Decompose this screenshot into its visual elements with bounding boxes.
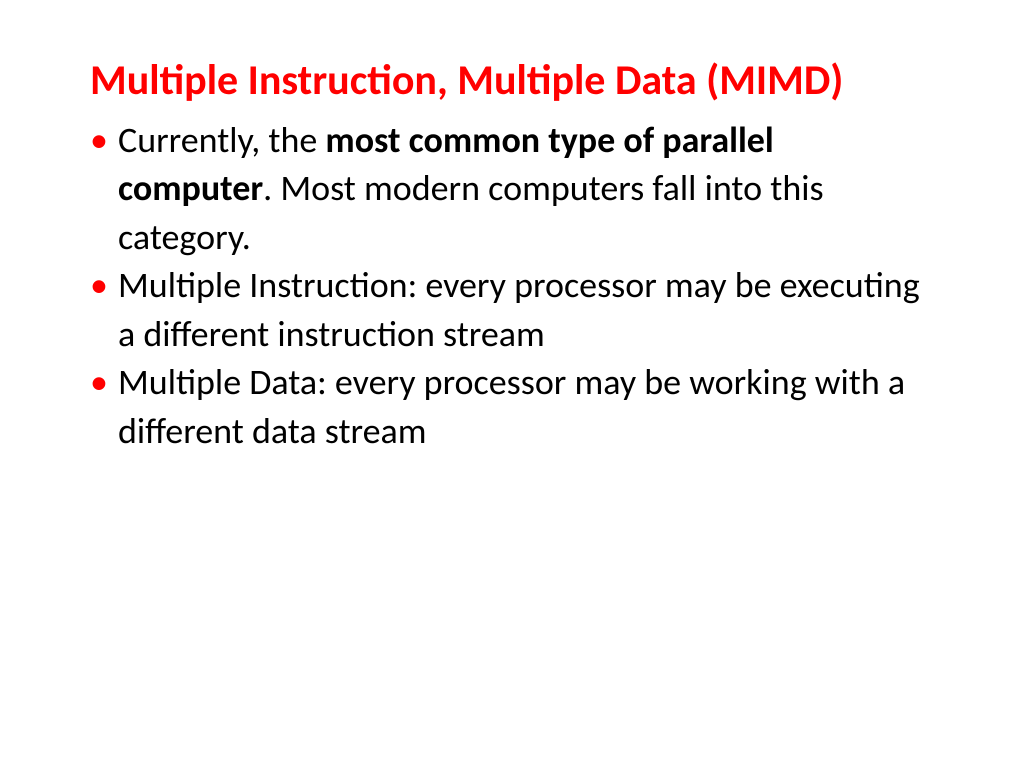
- bullet-text: Multiple Data: every processor may be wo…: [118, 360, 905, 453]
- list-item: Multiple Instruction: every processor ma…: [90, 261, 934, 358]
- bullet-text: Multiple Instruction: every processor ma…: [118, 263, 920, 356]
- list-item: Multiple Data: every processor may be wo…: [90, 358, 934, 455]
- slide-title: Multiple Instruction, Multiple Data (MIM…: [90, 55, 934, 108]
- bullet-list: Currently, the most common type of paral…: [90, 116, 934, 456]
- list-item: Currently, the most common type of paral…: [90, 116, 934, 262]
- bullet-text-pre: Currently, the: [118, 118, 325, 162]
